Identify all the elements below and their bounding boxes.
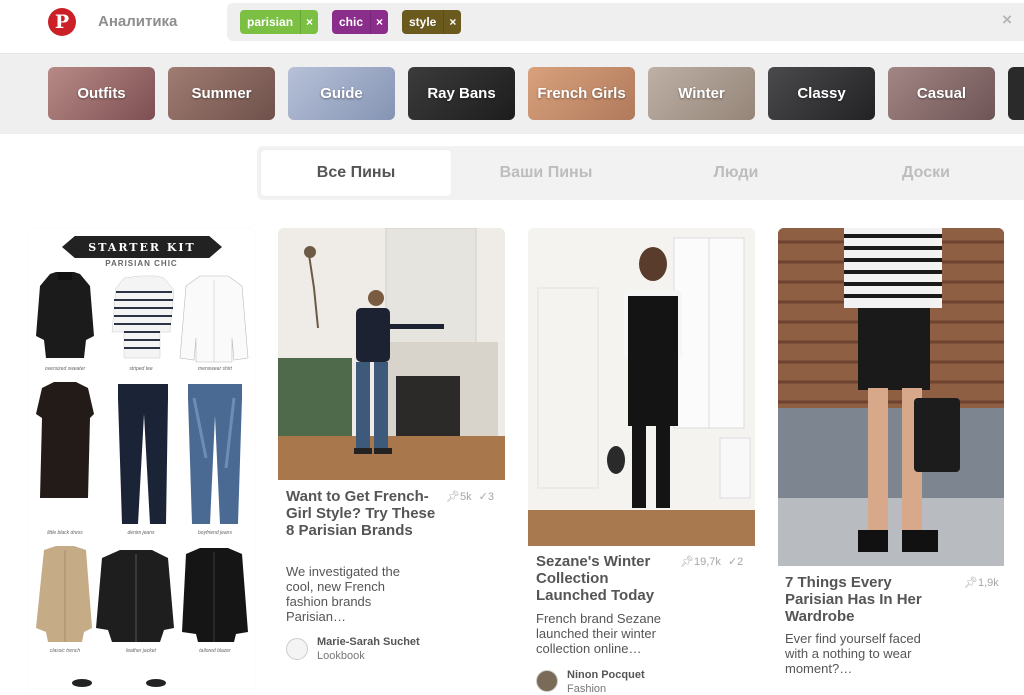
kit-label: classic trench [49, 648, 81, 654]
author-avatar[interactable] [536, 670, 558, 692]
pin-title[interactable]: 7 Things Every Parisian Has In Her Wardr… [785, 574, 935, 625]
guide-casual[interactable]: Casual [888, 67, 995, 120]
pin-card[interactable]: 7 Things Every Parisian Has In Her Wardr… [778, 228, 1004, 688]
pin-photo [778, 228, 1004, 566]
tab-your-pins[interactable]: Ваши Пины [451, 150, 641, 196]
author-avatar[interactable] [286, 638, 308, 660]
pin-stats: 📌︎19,7k ✓2 [680, 556, 744, 568]
tab-all-pins[interactable]: Все Пины [261, 150, 451, 196]
guided-search-strip: Outfits Summer Guide Ray Bans French Gir… [0, 54, 1024, 134]
guide-outfits[interactable]: Outfits [48, 67, 155, 120]
pinterest-logo-icon[interactable]: P [48, 8, 76, 36]
pin-photo [528, 228, 755, 546]
pin-board[interactable]: Lookbook [317, 650, 365, 662]
pin-card[interactable]: Want to Get French-Girl Style? Try These… [278, 228, 505, 688]
kit-clothes-illustration [36, 272, 249, 687]
guide-summer[interactable]: Summer [168, 67, 275, 120]
guide-guide[interactable]: Guide [288, 67, 395, 120]
kit-label: boyfriend jeans [198, 530, 232, 536]
kit-label: oversized sweater [44, 366, 86, 372]
kit-label: tailored blazer [199, 648, 231, 654]
pin-photo [278, 228, 505, 480]
kit-label: menswear shirt [198, 366, 232, 372]
pin-description: Ever find yourself faced with a nothing … [785, 631, 921, 676]
search-tag-chic[interactable]: chic × [332, 10, 389, 34]
pin-author[interactable]: Ninon Pocquet [567, 669, 645, 681]
clear-search-icon[interactable]: × [1002, 10, 1012, 30]
pin-title[interactable]: Sezane's Winter Collection Launched Toda… [536, 553, 676, 604]
pin-board[interactable]: Fashion [567, 683, 606, 695]
pin-image[interactable] [528, 228, 755, 546]
analytics-link[interactable]: Аналитика [98, 13, 177, 30]
guide-winter[interactable]: Winter [648, 67, 755, 120]
pin-stats: 📌︎5k ✓3 [446, 491, 494, 503]
check-icon: ✓ [727, 556, 738, 568]
filter-tabs: Все Пины Ваши Пины Люди Доски [257, 146, 1024, 200]
guide-french-girls[interactable]: French Girls [528, 67, 635, 120]
guide-classy[interactable]: Classy [768, 67, 875, 120]
search-tag-style[interactable]: style × [402, 10, 462, 34]
pin-stats: 📌︎1,9k [964, 577, 999, 589]
kit-label: leather jacket [126, 648, 156, 654]
remove-tag-icon[interactable]: × [370, 10, 388, 34]
kit-label: denim jeans [127, 530, 155, 536]
pin-icon: 📌︎ [446, 491, 460, 503]
kit-label: striped tee [129, 366, 153, 372]
remove-tag-icon[interactable]: × [443, 10, 461, 34]
pin-author[interactable]: Marie-Sarah Suchet [317, 636, 420, 648]
pin-title[interactable]: Want to Get French-Girl Style? Try These… [286, 488, 436, 539]
tab-people[interactable]: Люди [641, 150, 831, 196]
pin-icon: 📌︎ [964, 577, 978, 589]
pin-starter-kit[interactable]: STARTER KIT PARISIAN CHIC oversized swea… [28, 228, 255, 688]
pin-description: French brand Sezane launched their winte… [536, 611, 662, 656]
search-tag-parisian[interactable]: parisian × [240, 10, 319, 34]
pin-image[interactable] [278, 228, 505, 480]
pin-image[interactable] [778, 228, 1004, 566]
check-icon: ✓ [478, 491, 488, 503]
guide-ray-bans[interactable]: Ray Bans [408, 67, 515, 120]
pin-description: We investigated the cool, new French fas… [286, 564, 400, 624]
top-header: P Аналитика parisian × chic × style × × [0, 0, 1024, 54]
kit-label: little black dress [47, 530, 83, 536]
tab-boards[interactable]: Доски [831, 150, 1021, 196]
search-bar[interactable]: parisian × chic × style × × [227, 3, 1024, 41]
pin-icon: 📌︎ [680, 556, 694, 568]
guide-next[interactable] [1008, 67, 1024, 120]
pin-card[interactable]: Sezane's Winter Collection Launched Toda… [528, 228, 755, 695]
remove-tag-icon[interactable]: × [300, 10, 318, 34]
